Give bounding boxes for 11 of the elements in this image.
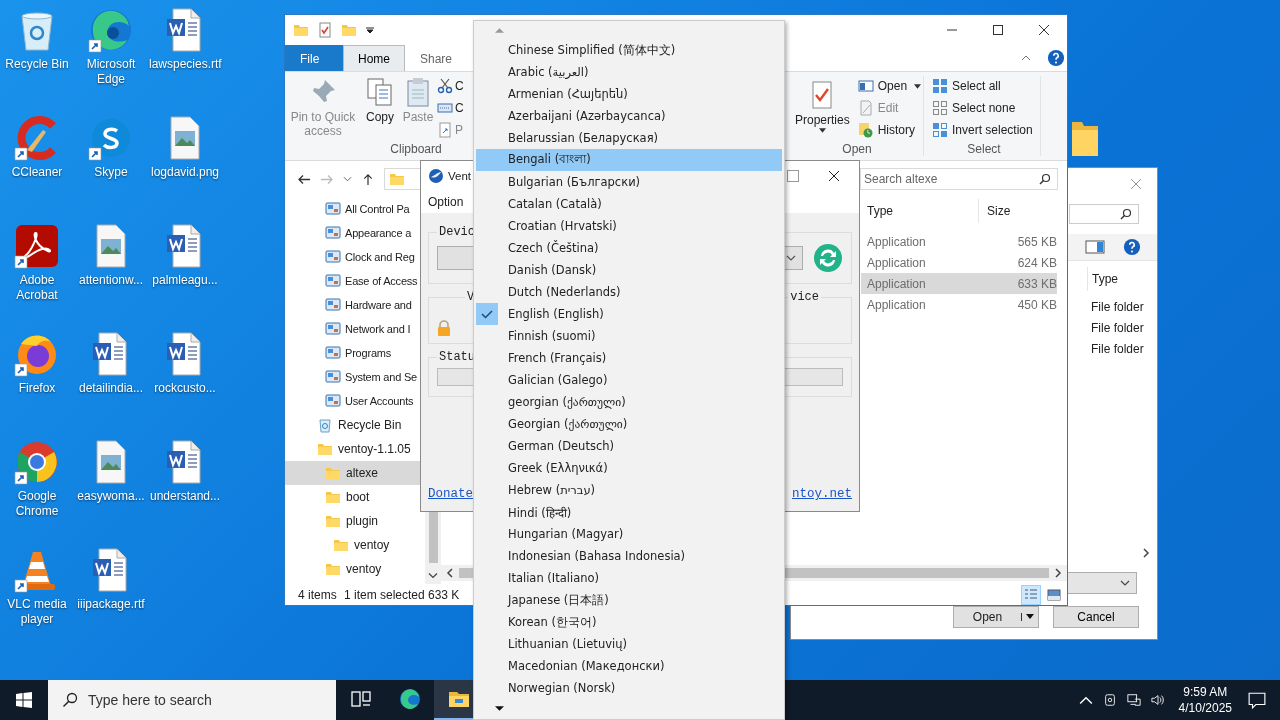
selection-status: 1 item selected bbox=[344, 587, 426, 602]
table-cell: File folder bbox=[1091, 300, 1144, 314]
group-label: vice bbox=[789, 290, 820, 304]
group-label: Devic bbox=[438, 225, 476, 239]
table-cell: File folder bbox=[1091, 321, 1144, 335]
group-label: Open bbox=[841, 142, 873, 158]
selection-size: 633 K bbox=[428, 587, 460, 602]
table-cell: File folder bbox=[1091, 342, 1144, 356]
group-label: Select bbox=[966, 142, 1002, 158]
item-count: 4 items bbox=[297, 587, 338, 602]
window-title: Vent bbox=[448, 170, 472, 182]
